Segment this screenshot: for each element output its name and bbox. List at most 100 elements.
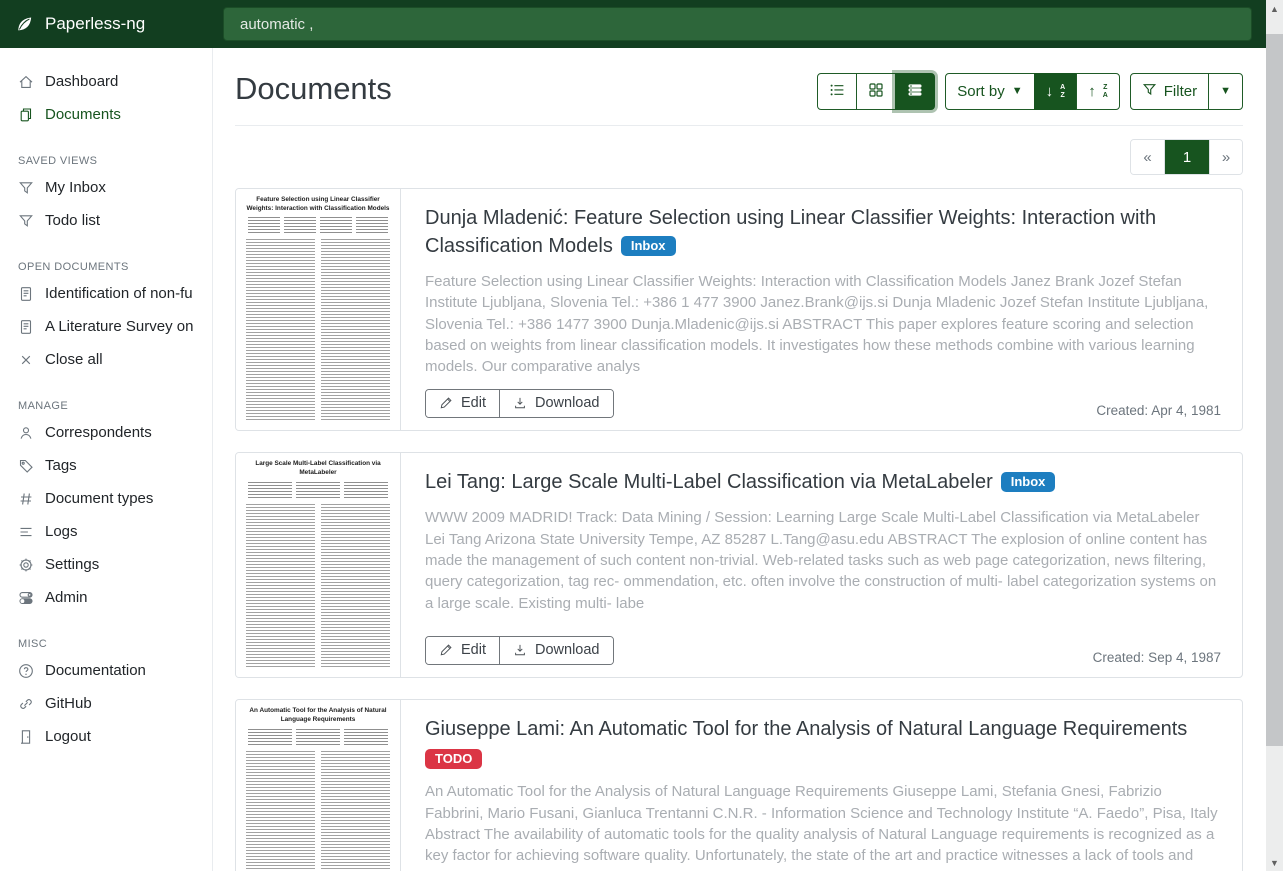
sidebar-item-documents[interactable]: Documents xyxy=(0,98,212,131)
document-excerpt: WWW 2009 MADRID! Track: Data Mining / Se… xyxy=(425,507,1221,613)
sidebar-item-label: Documentation xyxy=(45,662,146,679)
top-navbar: Paperless-ng xyxy=(0,0,1266,48)
thumbnail-paper: Large Scale Multi-Label Classification v… xyxy=(240,458,396,672)
details-view-button[interactable] xyxy=(895,73,935,110)
thumbnail-authors xyxy=(248,482,388,498)
brand[interactable]: Paperless-ng xyxy=(0,14,213,34)
thumbnail-text-columns xyxy=(246,504,390,669)
download-icon xyxy=(513,643,527,657)
thumbnail-authors xyxy=(248,729,388,745)
sidebar-item-todo-list[interactable]: Todo list xyxy=(0,204,212,237)
inbox-badge: Inbox xyxy=(1001,472,1056,492)
inbox-badge: Inbox xyxy=(621,236,676,256)
sidebar-item-label: Correspondents xyxy=(45,424,152,441)
tag-icon xyxy=(18,458,34,474)
sidebar-item-label: Logs xyxy=(45,523,78,540)
page-header: Documents Sort by ▼ ↓ xyxy=(235,69,1243,110)
sidebar-item-label: Identification of non-fu... xyxy=(45,285,194,302)
sidebar-item-settings[interactable]: Settings xyxy=(0,548,212,581)
sidebar-item-correspondents[interactable]: Correspondents xyxy=(0,416,212,449)
next-page-button[interactable]: » xyxy=(1209,140,1242,174)
document-thumbnail[interactable]: An Automatic Tool for the Analysis of Na… xyxy=(236,700,401,871)
document-card: Feature Selection using Linear Classifie… xyxy=(235,188,1243,431)
funnel-icon xyxy=(18,180,34,196)
sidebar-item-github[interactable]: GitHub xyxy=(0,687,212,720)
pencil-icon xyxy=(439,643,453,657)
search-wrap xyxy=(213,7,1266,41)
thumbnail-text-columns xyxy=(246,751,390,871)
brand-name: Paperless-ng xyxy=(45,14,145,34)
link-icon xyxy=(18,696,34,712)
list-icon xyxy=(829,82,845,102)
document-title-link[interactable]: Dunja Mladenić: Feature Selection using … xyxy=(425,204,1221,260)
list-view-button[interactable] xyxy=(817,73,857,110)
close-icon xyxy=(18,352,34,368)
card-footer: Edit Download Created: Apr 4, 1981 xyxy=(425,377,1221,418)
card-body: Giuseppe Lami: An Automatic Tool for the… xyxy=(401,700,1242,871)
sidebar-item-logs[interactable]: Logs xyxy=(0,515,212,548)
file-text-icon xyxy=(18,319,34,335)
pencil-icon xyxy=(439,396,453,410)
question-circle-icon xyxy=(18,663,34,679)
download-button[interactable]: Download xyxy=(499,637,613,664)
sidebar: Dashboard Documents SAVED VIEWS My Inbox… xyxy=(0,48,213,871)
search-input[interactable] xyxy=(223,7,1252,41)
card-footer: Edit Download Created: Sep 4, 1987 xyxy=(425,624,1221,665)
scrollbar-thumb[interactable] xyxy=(1266,34,1283,746)
todo-badge: TODO xyxy=(425,749,482,769)
sidebar-item-label: Document types xyxy=(45,490,153,507)
grid-view-button[interactable] xyxy=(856,73,896,110)
sidebar-item-logout[interactable]: Logout xyxy=(0,720,212,753)
text-lines-icon xyxy=(18,524,34,540)
thumbnail-paper: Feature Selection using Linear Classifie… xyxy=(240,194,396,425)
sidebar-item-label: Dashboard xyxy=(45,73,118,90)
sidebar-item-label: A Literature Survey on ... xyxy=(45,318,194,335)
filter-dropdown-button[interactable]: ▼ xyxy=(1208,73,1243,110)
scrollbar-down-arrow[interactable]: ▼ xyxy=(1266,854,1283,871)
sidebar-item-dashboard[interactable]: Dashboard xyxy=(0,65,212,98)
edit-button[interactable]: Edit xyxy=(426,637,499,664)
prev-page-button[interactable]: « xyxy=(1131,140,1164,174)
view-toggle-group xyxy=(817,73,935,110)
file-text-icon xyxy=(18,286,34,302)
document-title-link[interactable]: Giuseppe Lami: An Automatic Tool for the… xyxy=(425,715,1221,743)
sidebar-item-tags[interactable]: Tags xyxy=(0,449,212,482)
sidebar-item-my-inbox[interactable]: My Inbox xyxy=(0,171,212,204)
thumbnail-paper: An Automatic Tool for the Analysis of Na… xyxy=(240,705,396,871)
download-button[interactable]: Download xyxy=(499,390,613,417)
sidebar-item-label: GitHub xyxy=(45,695,92,712)
sort-by-button[interactable]: Sort by ▼ xyxy=(945,73,1034,110)
funnel-icon xyxy=(18,213,34,229)
document-thumbnail[interactable]: Large Scale Multi-Label Classification v… xyxy=(236,453,401,677)
sort-ascending-button[interactable]: ↓ AZ xyxy=(1034,73,1078,110)
sidebar-item-close-all[interactable]: Close all xyxy=(0,343,212,376)
card-actions: Edit Download xyxy=(425,389,614,418)
gear-icon xyxy=(18,557,34,573)
pagination: « 1 » xyxy=(1130,139,1243,175)
edit-button[interactable]: Edit xyxy=(426,390,499,417)
person-icon xyxy=(18,425,34,441)
thumbnail-title: Feature Selection using Linear Classifie… xyxy=(246,196,390,213)
saved-views-heading: SAVED VIEWS xyxy=(0,155,212,167)
page-scrollbar[interactable]: ▲ ▼ xyxy=(1266,0,1283,871)
details-icon xyxy=(907,82,923,102)
sidebar-item-documentation[interactable]: Documentation xyxy=(0,654,212,687)
sidebar-item-open-doc-1[interactable]: Identification of non-fu... xyxy=(0,277,212,310)
sidebar-item-open-doc-2[interactable]: A Literature Survey on ... xyxy=(0,310,212,343)
filter-button[interactable]: Filter xyxy=(1130,73,1209,110)
created-date: Created: Apr 4, 1981 xyxy=(1096,403,1221,418)
thumbnail-text-columns xyxy=(246,239,390,421)
pagination-row: « 1 » xyxy=(235,126,1243,188)
sidebar-item-document-types[interactable]: Document types xyxy=(0,482,212,515)
sort-descending-button[interactable]: ↑ ZA xyxy=(1076,73,1120,110)
sidebar-item-label: Admin xyxy=(45,589,88,606)
sidebar-item-label: Close all xyxy=(45,351,103,368)
manage-heading: MANAGE xyxy=(0,400,212,412)
edit-label: Edit xyxy=(461,395,486,411)
sidebar-item-admin[interactable]: Admin xyxy=(0,581,212,614)
scrollbar-up-arrow[interactable]: ▲ xyxy=(1266,0,1283,17)
page-1-button[interactable]: 1 xyxy=(1164,140,1209,174)
badge-row: TODO xyxy=(425,749,1221,770)
document-title-link[interactable]: Lei Tang: Large Scale Multi-Label Classi… xyxy=(425,468,1221,496)
document-thumbnail[interactable]: Feature Selection using Linear Classifie… xyxy=(236,189,401,430)
